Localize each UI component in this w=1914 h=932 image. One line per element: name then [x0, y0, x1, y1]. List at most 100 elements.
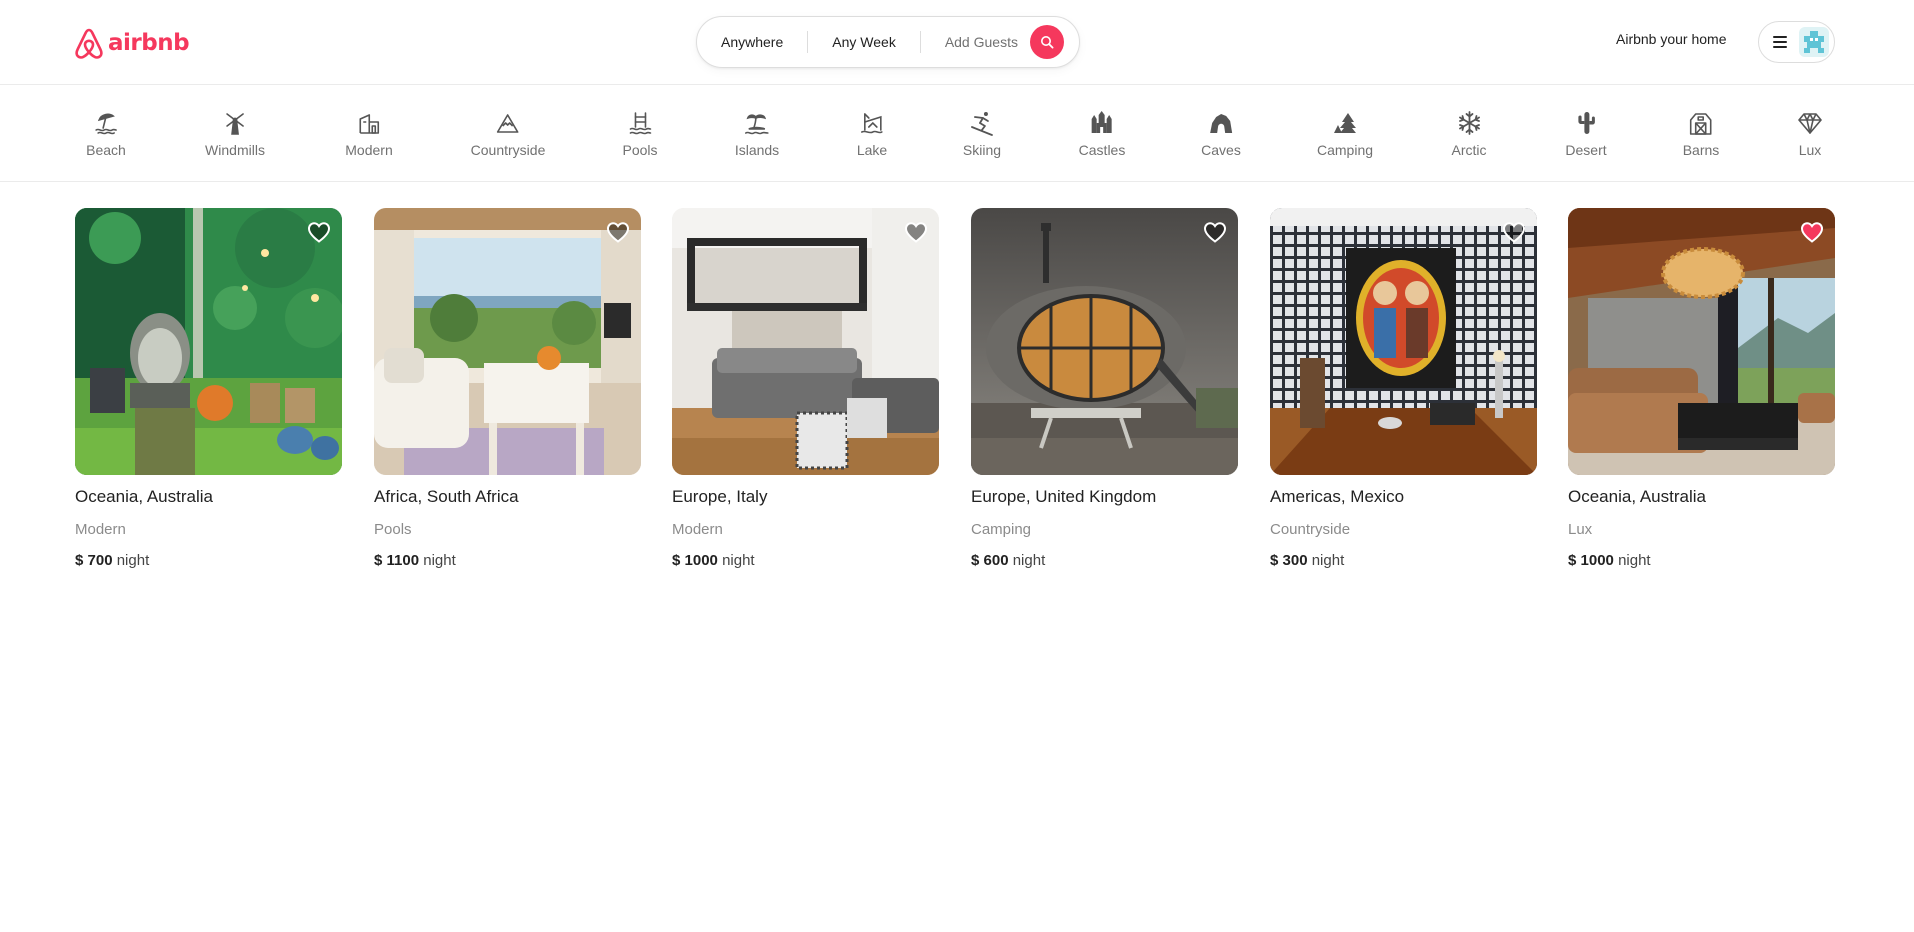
heart-icon[interactable]: [605, 220, 631, 244]
listing-category: Camping: [971, 521, 1032, 538]
diamond-icon: [1798, 113, 1822, 134]
category-skiing[interactable]: Skiing: [963, 110, 1001, 158]
beach-icon: [95, 113, 117, 135]
listings-grid: Oceania, Australia Modern $ 700 night Af…: [75, 208, 1835, 578]
price-amount: $ 1000: [1568, 552, 1614, 569]
search-button[interactable]: [1029, 25, 1064, 59]
listing-price: $ 600 night: [971, 552, 1238, 569]
listing-location: Africa, South Africa: [374, 487, 519, 506]
heart-icon[interactable]: [1501, 220, 1527, 244]
category-label: Arctic: [1451, 142, 1487, 158]
category-label: Camping: [1316, 142, 1374, 158]
category-label: Modern: [345, 142, 393, 158]
listing-photo[interactable]: [672, 208, 939, 475]
category-label: Lake: [856, 142, 888, 158]
listing-category: Pools: [374, 521, 412, 538]
user-menu-button[interactable]: [1758, 21, 1835, 63]
cactus-icon: [1577, 112, 1595, 134]
listing-price: $ 300 night: [1270, 552, 1537, 569]
listing-photo[interactable]: [1270, 208, 1537, 475]
heart-icon[interactable]: [306, 220, 332, 244]
category-countryside[interactable]: Countryside: [470, 110, 546, 158]
category-windmills[interactable]: Windmills: [205, 110, 265, 158]
listing-card[interactable]: Americas, Mexico Countryside $ 300 night: [1270, 208, 1537, 569]
camping-icon: [1334, 113, 1356, 133]
listing-category: Lux: [1568, 521, 1593, 538]
price-amount: $ 1100: [374, 552, 420, 569]
category-castles[interactable]: Castles: [1078, 110, 1126, 158]
listing-photo[interactable]: [75, 208, 342, 475]
listing-card[interactable]: Europe, United Kingdom Camping $ 600 nig…: [971, 208, 1238, 569]
hamburger-icon: [1773, 36, 1787, 48]
category-label: Pools: [622, 142, 658, 158]
search-where[interactable]: Anywhere: [697, 30, 807, 54]
header: airbnb Anywhere Any Week Add Guests Airb…: [0, 0, 1914, 85]
listing-photo[interactable]: [374, 208, 641, 475]
seaside-living-room-photo: [374, 208, 641, 475]
listing-category: Countryside: [1270, 521, 1351, 538]
listing-location: Oceania, Australia: [75, 487, 213, 506]
listing-card[interactable]: Europe, Italy Modern $ 1000 night: [672, 208, 939, 569]
airbnb-logo[interactable]: airbnb: [74, 26, 190, 60]
category-label: Castles: [1078, 142, 1126, 158]
price-amount: $ 300: [1270, 552, 1308, 569]
category-lux[interactable]: Lux: [1797, 110, 1823, 158]
category-camping[interactable]: Camping: [1317, 110, 1373, 158]
avatar-icon: [1804, 31, 1824, 53]
category-modern[interactable]: Modern: [345, 110, 393, 158]
listing-location: Americas, Mexico: [1270, 487, 1405, 506]
category-label: Windmills: [205, 142, 265, 158]
category-lake[interactable]: Lake: [857, 110, 887, 158]
garden-patio-photo: [75, 208, 342, 475]
price-unit: night: [423, 552, 456, 569]
category-label: Islands: [734, 142, 780, 158]
modern-house-icon: [359, 114, 379, 134]
category-label: Lux: [1798, 142, 1822, 158]
glass-pod-cabin-photo: [971, 208, 1238, 475]
island-icon: [745, 114, 769, 135]
category-caves[interactable]: Caves: [1201, 110, 1241, 158]
skiing-icon: [971, 112, 993, 136]
search-when[interactable]: Any Week: [808, 30, 920, 54]
category-label: Countryside: [470, 142, 546, 158]
dining-room-photo: [1270, 208, 1537, 475]
price-unit: night: [1618, 552, 1651, 569]
airbnb-logo-icon: [75, 28, 103, 59]
search-guests[interactable]: Add Guests: [921, 30, 1030, 54]
price-amount: $ 1000: [672, 552, 718, 569]
category-pools[interactable]: Pools: [622, 110, 658, 158]
loft-living-room-photo: [672, 208, 939, 475]
listing-card[interactable]: Oceania, Australia Lux $ 1000 night: [1568, 208, 1835, 569]
listing-price: $ 1000 night: [1568, 552, 1835, 569]
heart-icon[interactable]: [903, 220, 929, 244]
listing-category: Modern: [672, 521, 723, 538]
price-amount: $ 700: [75, 552, 113, 569]
category-arctic[interactable]: Arctic: [1452, 110, 1487, 158]
host-link[interactable]: Airbnb your home: [1616, 31, 1727, 47]
category-desert[interactable]: Desert: [1565, 110, 1607, 158]
listing-card[interactable]: Africa, South Africa Pools $ 1100 night: [374, 208, 641, 569]
search-icon: [1040, 36, 1054, 49]
windmill-icon: [226, 113, 244, 135]
snowflake-icon: [1458, 111, 1480, 135]
category-barns[interactable]: Barns: [1682, 110, 1720, 158]
mountain-icon: [497, 114, 519, 133]
search-bar[interactable]: Anywhere Any Week Add Guests: [696, 16, 1080, 68]
listing-price: $ 700 night: [75, 552, 342, 569]
listing-photo[interactable]: [971, 208, 1238, 475]
listing-card[interactable]: Oceania, Australia Modern $ 700 night: [75, 208, 342, 569]
heart-icon[interactable]: [1202, 220, 1228, 244]
listing-price: $ 1100 night: [374, 552, 641, 569]
listing-location: Oceania, Australia: [1568, 487, 1706, 506]
price-unit: night: [116, 552, 150, 569]
listing-photo[interactable]: [1568, 208, 1835, 475]
category-label: Barns: [1682, 142, 1720, 158]
listing-location: Europe, United Kingdom: [971, 487, 1157, 506]
category-islands[interactable]: Islands: [735, 110, 779, 158]
heart-icon-favorited[interactable]: [1799, 220, 1825, 244]
logo-wordmark: airbnb: [108, 30, 190, 56]
category-label: Skiing: [962, 142, 1002, 158]
category-beach[interactable]: Beach: [86, 110, 126, 158]
cave-icon: [1210, 114, 1232, 133]
listing-price: $ 1000 night: [672, 552, 939, 569]
